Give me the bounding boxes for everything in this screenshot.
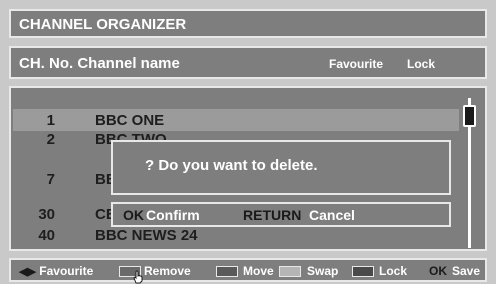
move-key-label[interactable]: Move <box>243 264 274 278</box>
channel-number: 30 <box>38 206 55 223</box>
hand-cursor-icon <box>133 270 143 284</box>
save-key-label[interactable]: Save <box>452 264 480 278</box>
channel-row[interactable]: 40 BBC NEWS 24 <box>13 224 459 246</box>
ok-key-label: OK <box>429 264 447 278</box>
channel-name: BBC ONE <box>95 112 165 129</box>
favourite-key-label: Favourite <box>39 264 94 278</box>
channel-column-header: CH. No. Channel name <box>19 55 180 72</box>
footer-key-bar: ◀▶ Favourite Remove Move Swap Lock OK Sa… <box>9 258 487 282</box>
swap-color-key-icon <box>279 266 301 277</box>
title-bar: CHANNEL ORGANIZER <box>9 9 487 38</box>
remove-key-label[interactable]: Remove <box>144 264 191 278</box>
delete-confirm-dialog: ? Do you want to delete. <box>111 140 451 195</box>
cancel-button[interactable]: Cancel <box>309 207 355 223</box>
page-title: CHANNEL ORGANIZER <box>19 16 187 33</box>
dialog-button-bar: OK Confirm RETURN Cancel <box>111 202 451 227</box>
return-key-label: RETURN <box>243 207 302 223</box>
swap-key-label[interactable]: Swap <box>307 264 338 278</box>
favourite-column-header: Favourite <box>329 57 384 71</box>
ok-key-label: OK <box>123 207 144 223</box>
lock-color-key-icon <box>352 266 374 277</box>
channel-number: 2 <box>46 131 55 148</box>
favourite-key[interactable]: ◀▶ Favourite <box>19 264 93 278</box>
move-color-key-icon <box>216 266 238 277</box>
left-right-arrow-icon: ◀▶ <box>19 266 36 278</box>
channel-number: 40 <box>38 227 55 244</box>
confirm-button[interactable]: Confirm <box>146 207 200 223</box>
scrollbar-thumb[interactable] <box>463 105 476 127</box>
column-header: CH. No. Channel name Favourite Lock <box>9 46 487 79</box>
channel-name: BBC NEWS 24 <box>95 227 198 244</box>
channel-number: 1 <box>46 112 55 129</box>
lock-column-header: Lock <box>407 57 436 71</box>
lock-key-label[interactable]: Lock <box>379 264 407 278</box>
dialog-message: ? Do you want to delete. <box>145 157 318 174</box>
channel-number: 7 <box>46 171 55 188</box>
channel-list[interactable]: 1 BBC ONE 2 BBC TWO 7 BBC THREE 30 CBBC … <box>9 86 487 251</box>
